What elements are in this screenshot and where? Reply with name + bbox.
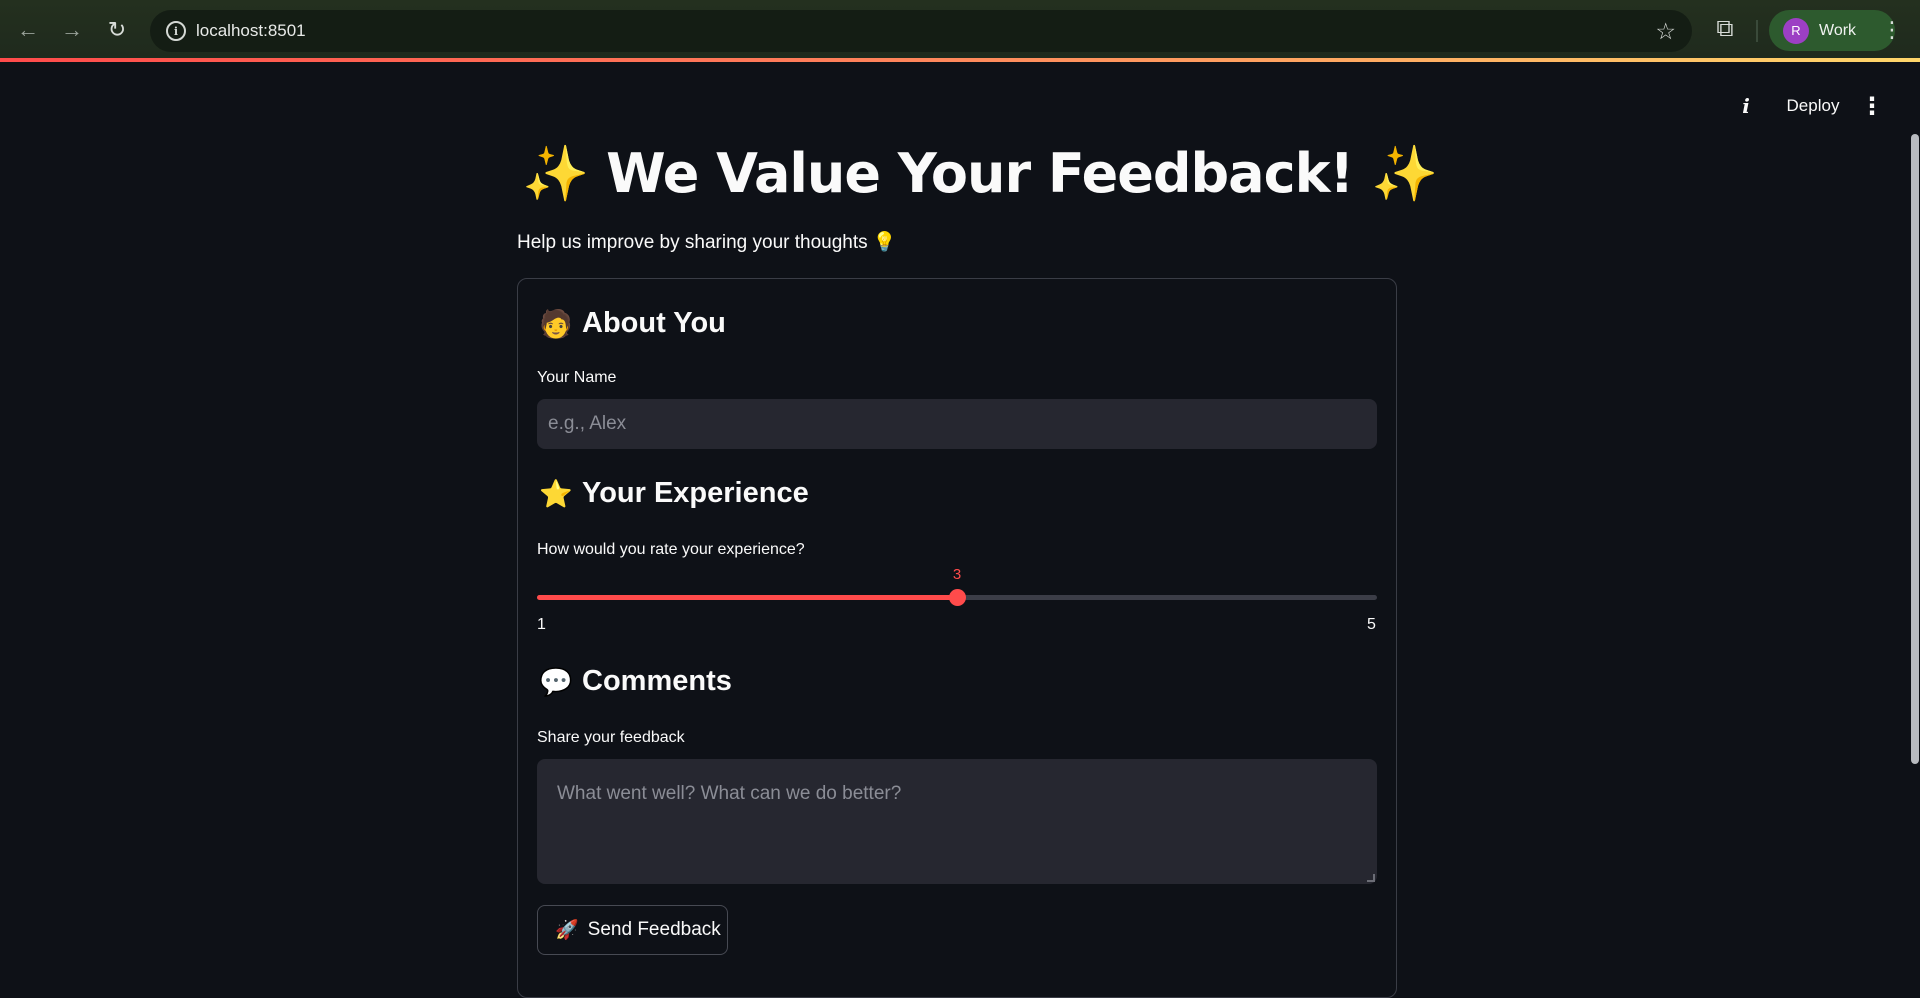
slider-thumb[interactable] <box>949 589 966 606</box>
rating-label: How would you rate your experience? <box>537 541 805 558</box>
browser-menu-icon[interactable]: ⋮ <box>1880 14 1904 46</box>
sparkles-icon: ✨ <box>1370 142 1438 205</box>
star-icon: ⭐ <box>539 478 573 509</box>
rating-value: 3 <box>952 566 962 583</box>
rocket-icon: 🚀 <box>555 920 579 941</box>
toolbar-divider <box>1756 20 1758 42</box>
speech-bubble-icon: 💬 <box>539 666 573 697</box>
page-title: ✨ We Value Your Feedback! ✨ <box>522 142 1438 206</box>
address-bar[interactable]: i localhost:8501 ☆ <box>150 10 1692 52</box>
send-feedback-button[interactable]: 🚀 Send Feedback <box>537 905 728 955</box>
section-heading-comments: 💬 Comments <box>538 665 732 698</box>
slider-fill <box>537 595 957 600</box>
feedback-textarea[interactable] <box>537 759 1377 884</box>
page-scrollbar[interactable] <box>1911 134 1919 764</box>
textarea-resize-handle[interactable] <box>1367 874 1375 882</box>
forward-arrow-icon[interactable]: → <box>58 16 86 44</box>
app-info-icon[interactable]: i <box>1734 94 1758 118</box>
section-heading-experience: ⭐ Your Experience <box>538 477 809 510</box>
site-info-icon[interactable]: i <box>166 21 186 41</box>
name-label: Your Name <box>537 369 617 386</box>
reload-icon[interactable]: ↻ <box>103 16 131 44</box>
url-text[interactable]: localhost:8501 <box>196 21 306 41</box>
extensions-icon[interactable]: ⧉ <box>1710 14 1740 44</box>
name-input[interactable] <box>537 399 1377 449</box>
section-heading-text: About You <box>582 307 726 339</box>
person-icon: 🧑 <box>539 308 573 339</box>
bookmark-star-icon[interactable]: ☆ <box>1655 18 1676 45</box>
profile-name: Work <box>1819 21 1857 39</box>
feedback-label: Share your feedback <box>537 729 685 746</box>
rating-slider[interactable] <box>537 589 1377 606</box>
rating-max-label: 5 <box>1367 616 1376 633</box>
page-subtitle: Help us improve by sharing your thoughts… <box>517 230 897 254</box>
section-heading-text: Your Experience <box>582 477 809 509</box>
section-heading-about: 🧑 About You <box>538 307 726 340</box>
sparkles-icon: ✨ <box>522 142 589 205</box>
profile-button[interactable]: R Work <box>1769 10 1895 51</box>
section-heading-text: Comments <box>582 665 732 697</box>
subtitle-text: Help us improve by sharing your thoughts <box>517 232 868 253</box>
page-title-text: We Value Your Feedback! <box>606 142 1354 205</box>
deploy-button[interactable]: Deploy <box>1782 94 1844 118</box>
back-arrow-icon[interactable]: ← <box>14 16 42 44</box>
app-menu-icon[interactable]: ⋮ <box>1860 93 1884 120</box>
streamlit-decoration-bar <box>0 58 1920 62</box>
send-feedback-label: Send Feedback <box>587 919 721 940</box>
lightbulb-icon: 💡 <box>872 232 897 253</box>
browser-chrome: ← → ↻ i localhost:8501 ☆ ⧉ R Work ⋮ <box>0 0 1920 62</box>
profile-avatar: R <box>1783 17 1809 44</box>
rating-min-label: 1 <box>537 616 546 633</box>
feedback-form: 🧑 About You Your Name ⭐ Your Experience … <box>517 278 1397 998</box>
